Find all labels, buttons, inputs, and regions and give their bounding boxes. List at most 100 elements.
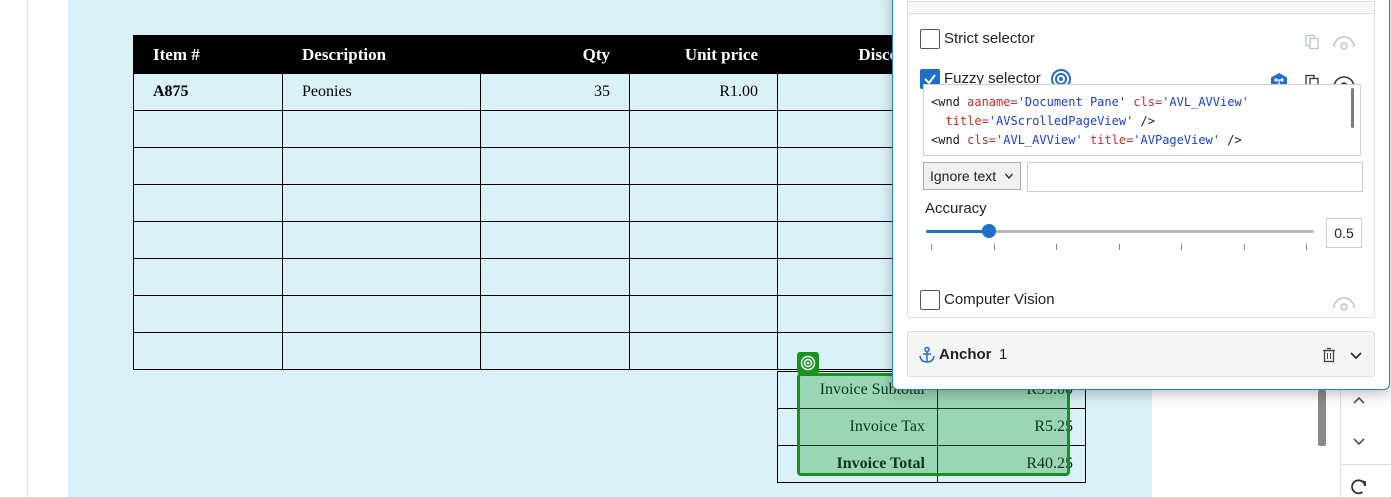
code-token: <wnd <box>931 133 968 147</box>
table-row <box>133 221 918 259</box>
code-token: 'AVL_AVView' <box>996 133 1083 147</box>
table-cell[interactable] <box>282 221 481 259</box>
column-header-unit-price: Unit price <box>629 35 778 74</box>
chevron-down-icon <box>1004 173 1014 180</box>
table-row <box>133 295 918 333</box>
table-cell[interactable] <box>282 258 481 296</box>
chevron-up-icon <box>1353 396 1365 404</box>
table-cell[interactable] <box>480 110 630 148</box>
ignore-text-input[interactable] <box>1027 162 1363 192</box>
anchor-icon <box>919 346 935 363</box>
table-cell[interactable] <box>133 295 283 333</box>
code-token: cls= <box>1126 95 1163 109</box>
table-row <box>133 147 918 185</box>
table-cell[interactable] <box>629 147 778 185</box>
ignore-text-selected: Ignore text <box>930 168 997 184</box>
table-cell[interactable] <box>282 332 481 370</box>
table-cell[interactable] <box>480 147 630 185</box>
slider-tick <box>1244 244 1245 250</box>
expand-anchor-button[interactable] <box>1345 344 1367 366</box>
column-header-description: Description <box>282 35 481 74</box>
slider-tick <box>1056 244 1057 250</box>
table-cell[interactable] <box>629 295 778 333</box>
table-cell[interactable]: Peonies <box>282 73 481 111</box>
copy-icon <box>1305 34 1319 50</box>
target-icon <box>800 355 816 371</box>
anchor-section[interactable]: Anchor 1 <box>907 331 1375 377</box>
table-cell[interactable] <box>629 258 778 296</box>
table-cell[interactable] <box>133 110 283 148</box>
copy-strict-button[interactable] <box>1301 31 1323 53</box>
code-scrollbar[interactable] <box>1351 88 1354 128</box>
code-token: /> <box>1220 133 1242 147</box>
eye-icon <box>1333 297 1355 311</box>
code-token: 'AVScrolledPageView' <box>988 114 1134 128</box>
slider-tick <box>1306 244 1307 250</box>
table-cell[interactable] <box>133 332 283 370</box>
scrollbar-thumb[interactable] <box>1318 390 1326 446</box>
chevron-down-icon <box>1353 438 1365 446</box>
table-cell[interactable] <box>629 332 778 370</box>
anchor-count: 1 <box>999 346 1008 363</box>
anchor-label: Anchor <box>939 346 992 363</box>
table-row <box>133 110 918 148</box>
trash-icon <box>1323 347 1335 363</box>
table-cell[interactable] <box>480 295 630 333</box>
code-line: <wnd cls='AVL_AVView' title='AVPageView'… <box>931 131 1353 150</box>
code-line: title='AVScrolledPageView' /> <box>931 112 1353 131</box>
table-cell[interactable] <box>629 221 778 259</box>
table-cell[interactable] <box>480 258 630 296</box>
table-cell[interactable] <box>282 295 481 333</box>
strict-selector-checkbox[interactable] <box>920 29 940 49</box>
ignore-text-dropdown[interactable]: Ignore text <box>923 162 1021 190</box>
target-badge[interactable] <box>797 352 819 374</box>
table-header-row: Item # Description Qty Unit price Disco <box>133 35 918 74</box>
column-header-qty: Qty <box>480 35 630 74</box>
validate-strict-button[interactable] <box>1333 31 1355 53</box>
code-token: 'AVPageView' <box>1133 133 1221 147</box>
accuracy-slider-fill <box>926 230 990 233</box>
code-token: 'Document Pane' <box>1017 95 1127 109</box>
table-cell[interactable] <box>480 184 630 222</box>
fuzzy-selector-code[interactable]: <wnd aaname='Document Pane' cls='AVL_AVV… <box>923 84 1361 156</box>
code-token: <wnd <box>931 95 968 109</box>
code-token: 'AVL_AVView' <box>1162 95 1249 109</box>
table-cell[interactable] <box>282 184 481 222</box>
table-cell[interactable] <box>282 110 481 148</box>
table-row <box>133 184 918 222</box>
code-token: cls= <box>967 133 997 147</box>
scroll-up-button[interactable] <box>1348 390 1370 412</box>
code-line: <wnd aaname='Document Pane' cls='AVL_AVV… <box>931 93 1353 112</box>
table-cell[interactable]: 35 <box>480 73 630 111</box>
left-gutter <box>0 0 28 497</box>
table-cell[interactable] <box>133 258 283 296</box>
accuracy-value-input[interactable]: 0.5 <box>1326 218 1362 248</box>
table-cell[interactable] <box>629 110 778 148</box>
table-cell[interactable] <box>133 147 283 185</box>
code-token: /> <box>1133 114 1155 128</box>
slider-tick <box>1119 244 1120 250</box>
validate-cv-button[interactable] <box>1333 292 1355 314</box>
table-cell[interactable]: R1.00 <box>629 73 778 111</box>
table-cell[interactable] <box>282 147 481 185</box>
table-cell[interactable] <box>480 221 630 259</box>
chevron-down-icon <box>1350 352 1362 360</box>
slider-tick <box>931 244 932 250</box>
panel-divider <box>1341 464 1391 465</box>
refresh-button[interactable] <box>1348 476 1370 497</box>
table-cell[interactable] <box>480 332 630 370</box>
table-cell[interactable] <box>629 184 778 222</box>
table-row: A875 Peonies 35 R1.00 <box>133 73 918 111</box>
delete-anchor-button[interactable] <box>1318 344 1340 366</box>
invoice-items-table: Item # Description Qty Unit price Disco … <box>133 35 918 370</box>
code-token: title= <box>1082 133 1134 147</box>
table-cell[interactable] <box>133 221 283 259</box>
scroll-down-button[interactable] <box>1348 430 1370 452</box>
eye-icon <box>1333 36 1355 50</box>
code-token: aaname= <box>967 95 1018 109</box>
table-row <box>133 258 918 296</box>
refresh-icon <box>1351 479 1366 495</box>
computer-vision-checkbox[interactable] <box>920 290 940 310</box>
table-cell[interactable]: A875 <box>133 73 283 111</box>
table-cell[interactable] <box>133 184 283 222</box>
